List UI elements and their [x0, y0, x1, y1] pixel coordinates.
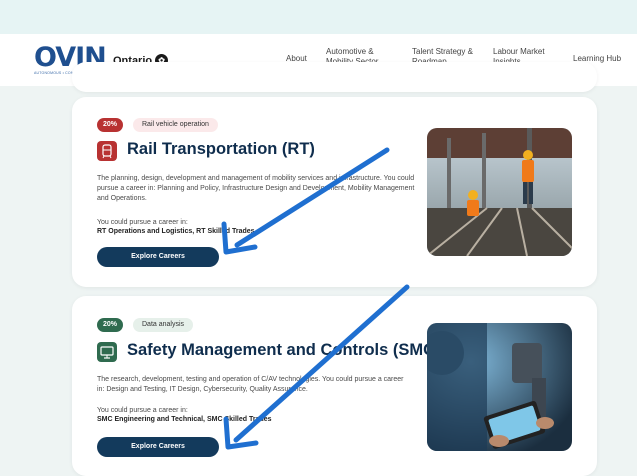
card-title: Rail Transportation (RT)	[127, 140, 315, 158]
match-percent-badge: 20%	[97, 318, 124, 332]
skill-badge: Rail vehicle operation	[133, 118, 218, 132]
explore-careers-button[interactable]: Explore Careers	[97, 437, 219, 457]
card-title: Safety Management and Controls (SMC)	[127, 341, 441, 359]
match-percent-badge: 20%	[97, 118, 124, 132]
career-card-rail-transportation: 20% Rail vehicle operation Rail Transpor…	[72, 97, 597, 287]
train-icon	[97, 141, 117, 161]
card-description: The planning, design, development and ma…	[97, 175, 415, 202]
career-paths[interactable]: SMC Engineering and Technical, SMC Skill…	[97, 415, 272, 424]
top-banner-strip	[0, 0, 637, 34]
previous-card	[72, 62, 597, 92]
explore-careers-button[interactable]: Explore Careers	[97, 247, 219, 267]
rail-workers-photo	[427, 128, 572, 256]
robot-tablet-photo	[427, 323, 572, 451]
pursue-label: You could pursue a career in:	[97, 219, 188, 226]
career-card-safety-management: 20% Data analysis Safety Management and …	[72, 296, 597, 476]
card-description: The research, development, testing and o…	[97, 376, 404, 393]
pursue-label: You could pursue a career in:	[97, 407, 188, 414]
career-paths[interactable]: RT Operations and Logistics, RT Skilled …	[97, 227, 255, 236]
skill-badge: Data analysis	[133, 318, 194, 332]
monitor-icon	[97, 342, 117, 362]
